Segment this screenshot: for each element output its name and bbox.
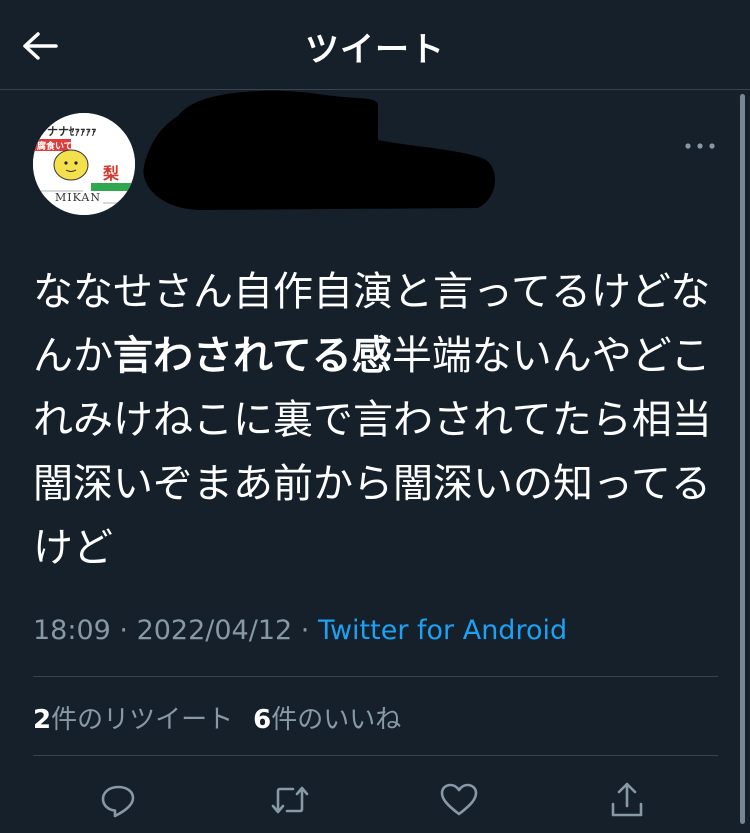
reply-button[interactable] — [96, 778, 140, 822]
retweet-label: 件のリツイート — [51, 705, 234, 735]
share-button[interactable] — [605, 778, 649, 822]
like-count-link[interactable]: 6件のいいね — [253, 705, 401, 735]
share-icon — [611, 782, 643, 817]
divider — [33, 676, 718, 677]
tweet-meta: 18:09 · 2022/04/12 · Twitter for Android — [33, 615, 567, 646]
more-horizontal-icon — [685, 143, 715, 149]
tweet-source-link[interactable]: Twitter for Android — [318, 615, 567, 646]
reply-icon — [101, 785, 135, 818]
more-options-button[interactable] — [680, 132, 720, 160]
avatar-line-4: MIKAN — [55, 191, 101, 204]
avatar-line-1: ナナｾｧｧｧｧ — [47, 125, 97, 138]
page-title: ツイート — [305, 30, 445, 70]
tweet-time: 18:09 — [33, 615, 111, 646]
avatar-line-3: 梨 — [102, 164, 120, 183]
like-button[interactable] — [437, 778, 481, 822]
meta-separator: · — [292, 615, 318, 646]
retweet-count-link[interactable]: 2件のリツイート — [33, 705, 233, 735]
redacted-username — [143, 90, 496, 210]
retweet-icon — [271, 786, 309, 814]
retweet-button[interactable] — [268, 778, 312, 822]
meta-separator: · — [110, 615, 137, 646]
tweet-date: 2022/04/12 — [136, 615, 293, 646]
tweet-text: ななせさん自作自演と言ってるけどなんか言わされてる感半端ないんやどこれみけねこに… — [33, 260, 713, 580]
scrollbar[interactable] — [740, 94, 745, 824]
tweet-text-bold: 言わされてる感 — [113, 333, 392, 379]
tweet-stats: 2件のリツイート 6件のいいね — [33, 699, 401, 736]
tweet-detail-screen: ツイート ナナｾｧｧｧｧ 腐食いてぇ 梨 MIKAN ななせさん自作自演と言って… — [0, 0, 750, 833]
like-label: 件のいいね — [271, 705, 402, 735]
avatar[interactable]: ナナｾｧｧｧｧ 腐食いてぇ 梨 MIKAN — [33, 113, 135, 215]
retweet-count: 2 — [33, 705, 52, 735]
top-bar: ツイート — [0, 0, 750, 90]
divider — [33, 755, 718, 756]
like-count: 6 — [253, 705, 272, 735]
heart-icon — [440, 783, 478, 816]
avatar-illustration: ナナｾｧｧｧｧ 腐食いてぇ 梨 MIKAN — [33, 113, 135, 215]
